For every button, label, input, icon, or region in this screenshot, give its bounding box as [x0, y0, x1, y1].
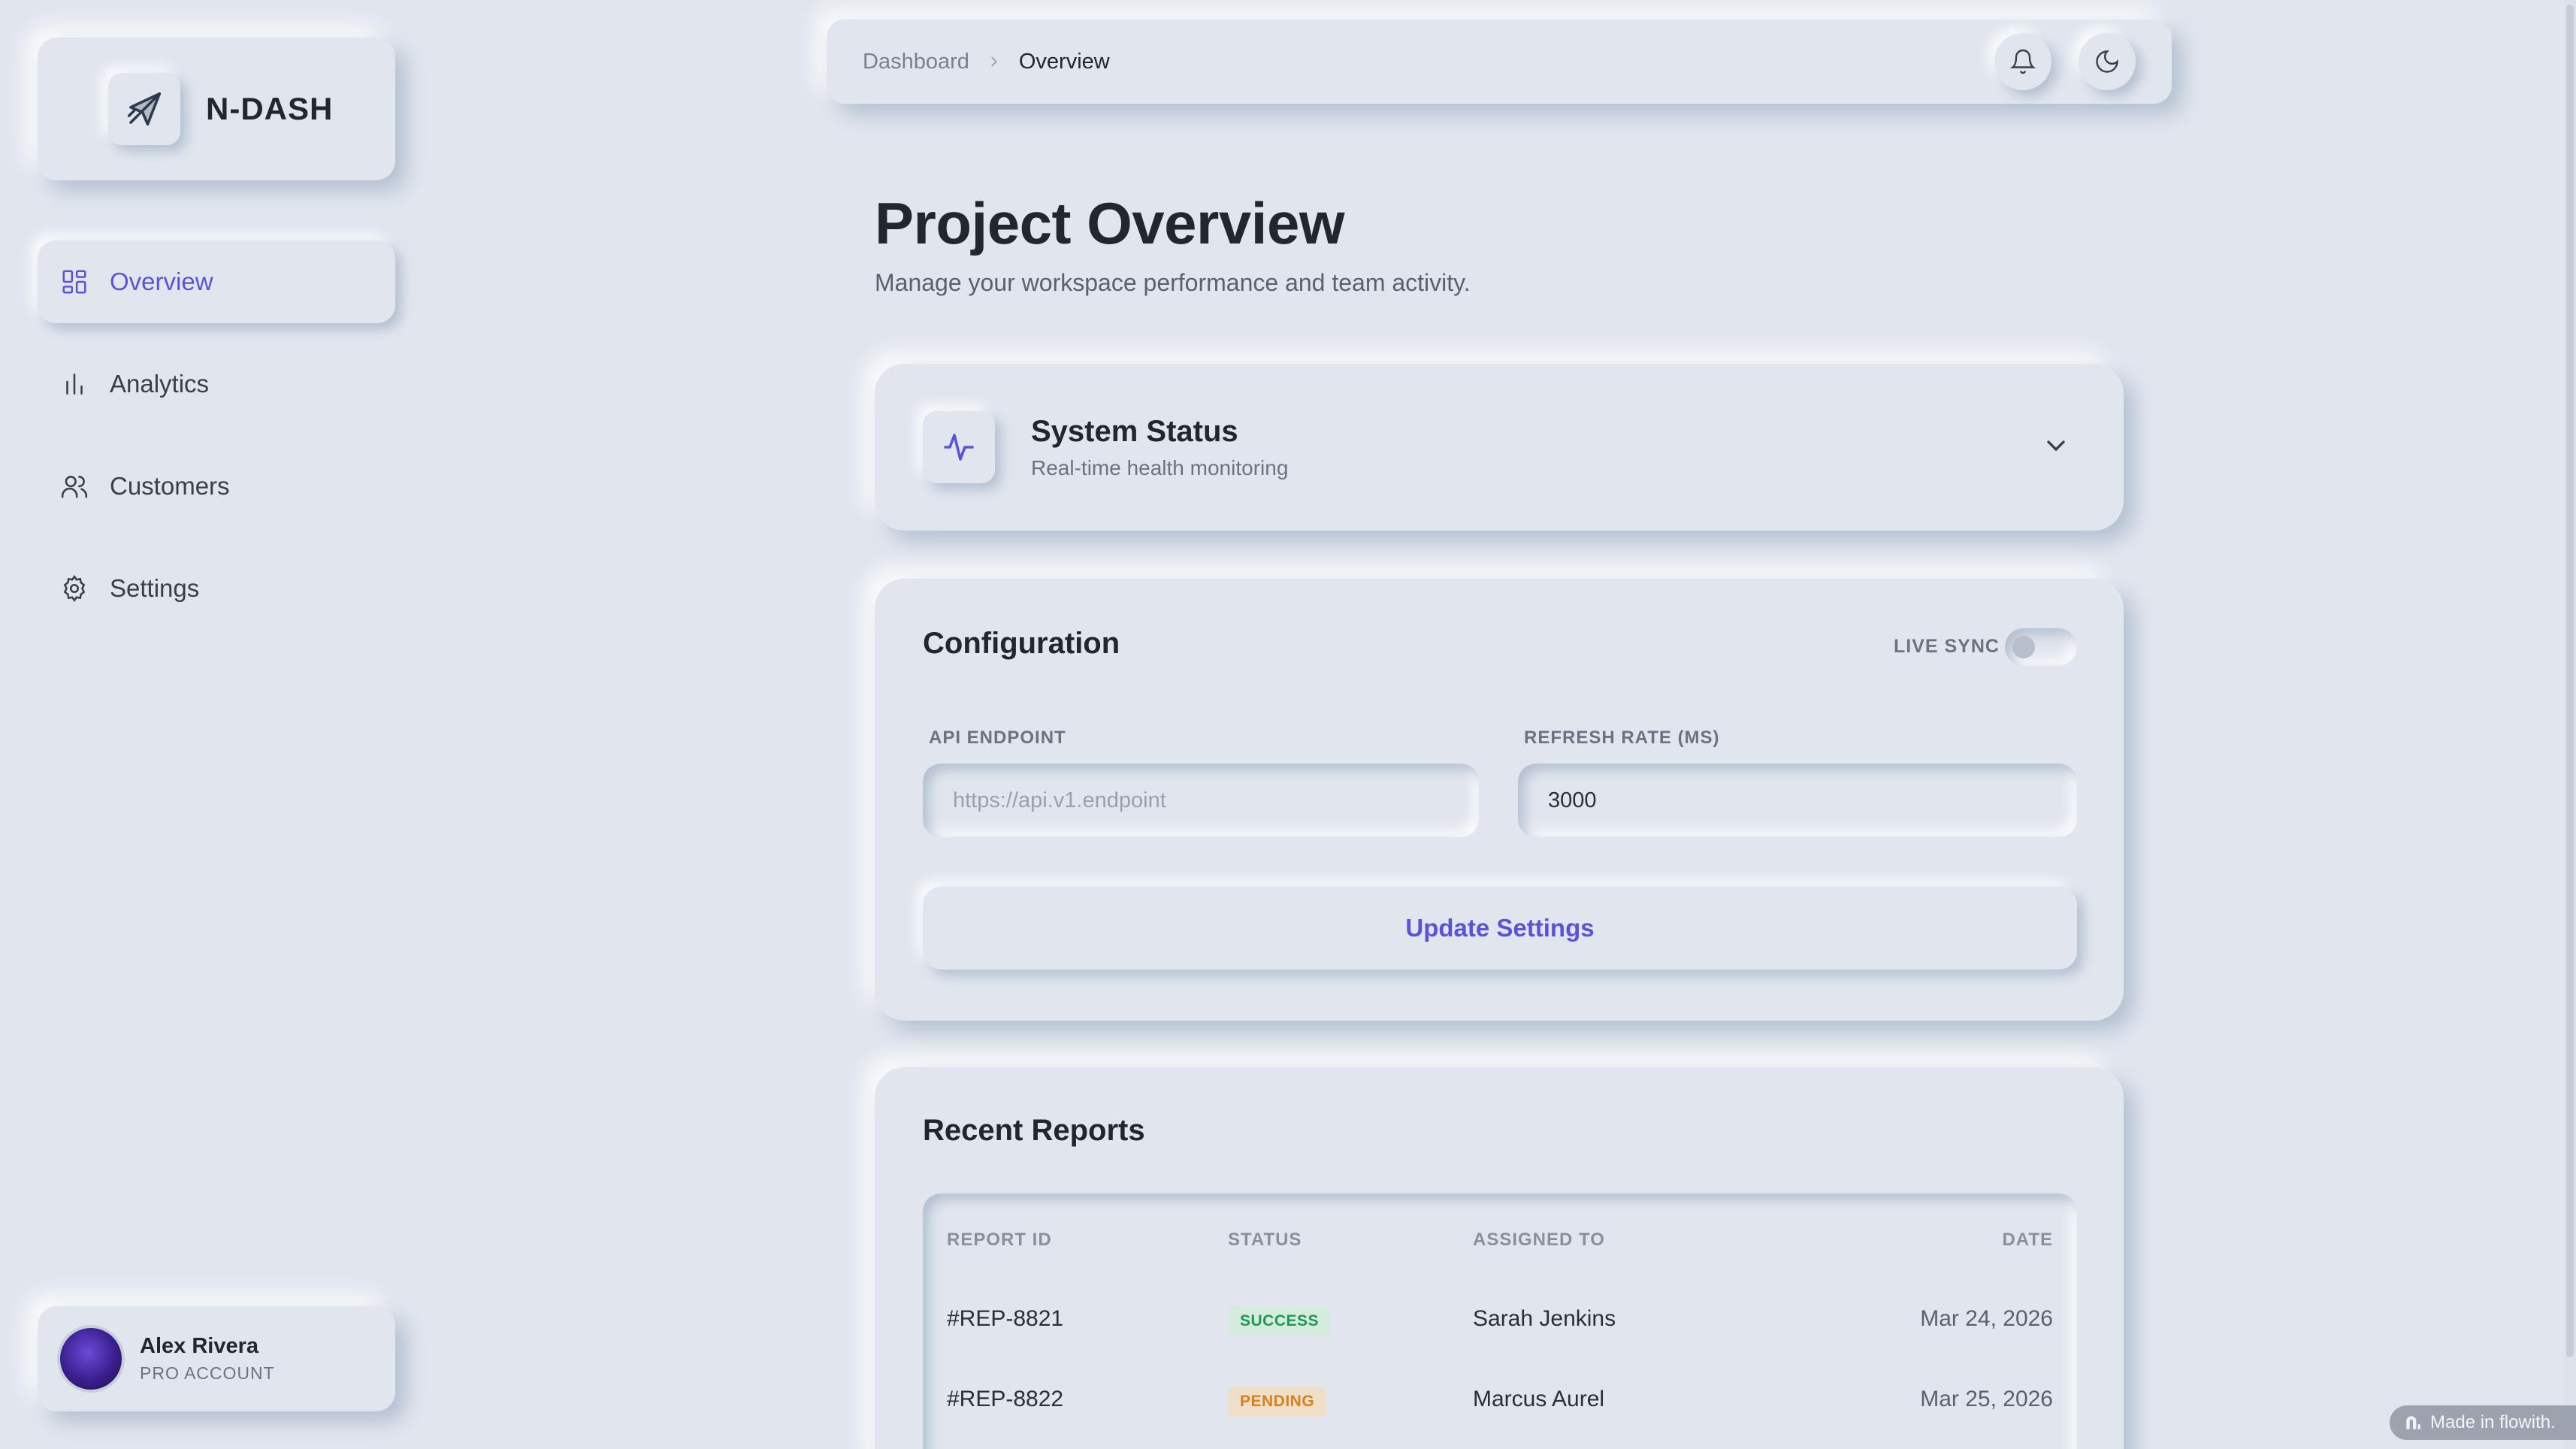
- page-scrollbar[interactable]: [2564, 0, 2576, 1449]
- api-endpoint-label: API ENDPOINT: [929, 728, 1066, 748]
- column-header-status: STATUS: [1228, 1230, 1302, 1250]
- chevron-right-icon: [986, 53, 1002, 70]
- expand-button[interactable]: [2041, 431, 2071, 464]
- live-sync-toggle[interactable]: [2005, 628, 2077, 666]
- user-info: Alex Rivera PRO ACCOUNT: [140, 1334, 275, 1384]
- brand-card[interactable]: N-DASH: [38, 38, 395, 180]
- made-in-label: Made in flowith.: [2430, 1412, 2556, 1432]
- sidebar-item-overview[interactable]: Overview: [38, 240, 395, 323]
- user-role: PRO ACCOUNT: [140, 1363, 275, 1383]
- api-endpoint-input[interactable]: [923, 764, 1479, 837]
- brand-name: N-DASH: [206, 91, 334, 126]
- breadcrumb-current: Overview: [1018, 49, 1110, 74]
- moon-icon: [2096, 50, 2118, 73]
- breadcrumb-parent[interactable]: Dashboard: [863, 50, 969, 74]
- page-subtitle: Manage your workspace performance and te…: [875, 269, 1471, 296]
- bar-chart-icon: [66, 374, 83, 395]
- user-profile-card[interactable]: Alex Rivera PRO ACCOUNT: [38, 1306, 395, 1411]
- notifications-button[interactable]: [1994, 33, 2051, 90]
- system-status-text: System Status Real-time health monitorin…: [1031, 415, 1288, 480]
- refresh-rate-label: REFRESH RATE (MS): [1524, 728, 1720, 748]
- sidebar-item-label: Overview: [110, 268, 213, 295]
- configuration-card: Configuration LIVE SYNC API ENDPOINT REF…: [875, 579, 2124, 1021]
- sidebar-nav: Overview Analytics Customers Settings: [38, 240, 395, 649]
- sidebar-item-settings[interactable]: Settings: [38, 547, 395, 630]
- sidebar-item-label: Customers: [110, 472, 230, 500]
- report-id: #REP-8821: [947, 1306, 1064, 1331]
- column-header-date: DATE: [2002, 1230, 2053, 1250]
- top-actions: [1994, 33, 2136, 90]
- update-settings-button[interactable]: Update Settings: [923, 887, 2077, 970]
- status-badge: PENDING: [1228, 1387, 1327, 1417]
- activity-icon: [923, 411, 995, 483]
- column-header-report-id: REPORT ID: [947, 1230, 1052, 1250]
- avatar: [60, 1328, 122, 1390]
- page-title: Project Overview: [875, 190, 1345, 256]
- recent-reports-title: Recent Reports: [923, 1114, 1145, 1147]
- sidebar-item-customers[interactable]: Customers: [38, 445, 395, 528]
- rocket-logo-icon: [108, 73, 180, 145]
- recent-reports-card: Recent Reports REPORT ID STATUS ASSIGNED…: [875, 1067, 2124, 1449]
- grid-icon: [62, 270, 86, 294]
- made-in-badge[interactable]: Made in flowith.: [2390, 1405, 2576, 1440]
- configuration-title: Configuration: [923, 627, 1120, 660]
- gear-icon: [63, 574, 86, 603]
- table-row[interactable]: #REP-8821 SUCCESS Sarah Jenkins Mar 24, …: [923, 1290, 2077, 1350]
- dark-mode-toggle-button[interactable]: [2079, 33, 2136, 90]
- refresh-rate-input[interactable]: [1518, 764, 2077, 837]
- system-status-subtitle: Real-time health monitoring: [1031, 455, 1289, 479]
- table-row[interactable]: #REP-8822 PENDING Marcus Aurel Mar 25, 2…: [923, 1370, 2077, 1430]
- chevron-down-icon: [2047, 440, 2065, 451]
- user-name: Alex Rivera: [140, 1334, 259, 1358]
- system-status-card[interactable]: System Status Real-time health monitorin…: [875, 364, 2124, 531]
- flowith-logo-icon: [2406, 1416, 2420, 1429]
- users-icon: [61, 476, 88, 498]
- assigned-to: Marcus Aurel: [1473, 1387, 1605, 1411]
- sidebar-item-label: Settings: [110, 574, 200, 602]
- report-date: Mar 24, 2026: [1920, 1306, 2053, 1331]
- bell-icon: [2009, 49, 2036, 74]
- report-id: #REP-8822: [947, 1387, 1064, 1411]
- live-sync-label: LIVE SYNC: [1894, 636, 2000, 657]
- scrollbar-thumb[interactable]: [2566, 5, 2574, 1357]
- toggle-knob: [2012, 636, 2035, 658]
- system-status-title: System Status: [1031, 414, 1238, 448]
- status-badge: SUCCESS: [1228, 1306, 1332, 1336]
- assigned-to: Sarah Jenkins: [1473, 1306, 1616, 1331]
- sidebar-item-label: Analytics: [110, 370, 210, 398]
- sidebar-item-analytics[interactable]: Analytics: [38, 343, 395, 425]
- top-bar: Dashboard Overview: [827, 20, 2172, 104]
- column-header-assigned-to: ASSIGNED TO: [1473, 1230, 1605, 1250]
- reports-table: REPORT ID STATUS ASSIGNED TO DATE #REP-8…: [923, 1193, 2077, 1449]
- report-date: Mar 25, 2026: [1920, 1387, 2053, 1411]
